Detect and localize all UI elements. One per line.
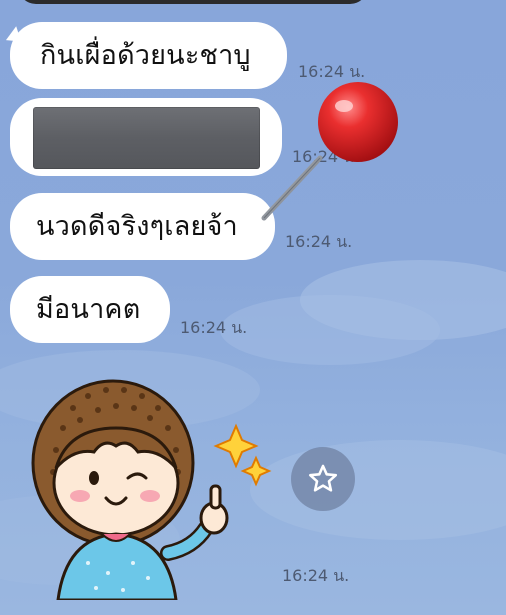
star-outline-icon (308, 464, 338, 492)
message-timestamp: 16:24 น. (292, 147, 360, 166)
bubble-tail (2, 26, 22, 46)
message-text: มีอนาคต (36, 294, 141, 325)
cartoon-girl-sticker[interactable] (18, 368, 280, 600)
message-text: นวดดีจริงๆเลยจ้า (36, 211, 238, 242)
message-text: กินเผื่อด้วยนะชาบู (40, 40, 251, 71)
message-timestamp: 16:24 น. (180, 318, 248, 337)
message-bubble[interactable]: นวดดีจริงๆเลยจ้า (10, 193, 275, 260)
message-bubble[interactable]: กินเผื่อด้วยนะชาบู (2, 22, 287, 89)
shared-image[interactable] (33, 107, 260, 169)
message-timestamp: 16:24 น. (298, 62, 366, 81)
message-timestamp: 16:24 น. (282, 566, 350, 585)
message-bubble[interactable]: มีอนาคต (10, 276, 170, 343)
previous-message-bubble[interactable] (18, 0, 368, 4)
favorite-button[interactable] (291, 447, 355, 511)
message-timestamp: 16:24 น. (285, 232, 353, 251)
